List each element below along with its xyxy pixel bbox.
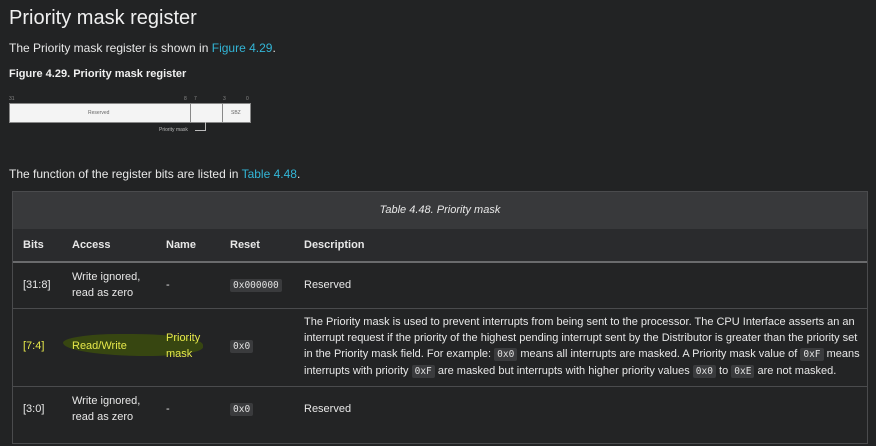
cell-description: Reserved — [304, 279, 352, 291]
cell-bits: [3:0] — [23, 403, 45, 415]
cell-bits: [31:8] — [23, 279, 51, 291]
table-header-row: Bits Access Name Reset Description — [13, 229, 867, 263]
page-title: Priority mask register — [9, 7, 197, 29]
code-0x0: 0x0 — [692, 365, 716, 378]
bit-3-label: 3 — [223, 96, 226, 102]
field-sbz: SBZ — [231, 110, 241, 116]
register-box: Reserved SBZ — [9, 103, 251, 123]
cell-reset: 0x000000 — [230, 279, 282, 292]
field-reserved: Reserved — [88, 110, 110, 116]
intro-paragraph: The Priority mask register is shown in F… — [9, 41, 276, 55]
header-description: Description — [304, 239, 365, 251]
cell-description: The Priority mask is used to prevent int… — [304, 316, 860, 378]
cell-description: Reserved — [304, 403, 352, 415]
cell-bits: [7:4] — [23, 340, 45, 352]
bits-table: Table 4.48. Priority mask Bits Access Na… — [12, 191, 868, 444]
cell-name: - — [166, 403, 170, 415]
code-0xF: 0xF — [411, 365, 435, 378]
bit-31-label: 31 — [9, 96, 15, 102]
table-link[interactable]: Table 4.48 — [242, 167, 297, 181]
cell-access: Read/Write — [72, 340, 127, 352]
intro-end: . — [272, 41, 276, 55]
bit-0-label: 0 — [246, 96, 249, 102]
header-access: Access — [72, 239, 111, 251]
outro-paragraph: The function of the register bits are li… — [9, 167, 300, 181]
figure-caption: Figure 4.29. Priority mask register — [9, 68, 187, 80]
code-0xE: 0xE — [731, 365, 755, 378]
code-0x0: 0x0 — [494, 348, 518, 361]
table-row: [31:8] Write ignored, read as zero - 0x0… — [13, 263, 867, 309]
header-name: Name — [166, 239, 196, 251]
code-0xF: 0xF — [800, 348, 824, 361]
cell-reset: 0x0 — [230, 340, 254, 353]
table-row: [3:0] Write ignored, read as zero - 0x0 … — [13, 387, 867, 432]
register-diagram: 31 8 7 3 0 Reserved SBZ Priority mask — [9, 96, 259, 136]
header-bits: Bits — [23, 239, 44, 251]
outro-end: . — [296, 167, 301, 181]
cell-reset: 0x0 — [230, 403, 254, 416]
outro-text: The function of the register bits are li… — [9, 167, 242, 181]
intro-text: The Priority mask register is shown in — [9, 41, 212, 55]
cell-name: - — [166, 279, 170, 291]
bit-7-label: 7 — [194, 96, 197, 102]
priority-mask-label: Priority mask — [159, 127, 188, 133]
cell-access: Write ignored, read as zero — [72, 395, 141, 423]
header-reset: Reset — [230, 239, 260, 251]
figure-link[interactable]: Figure 4.29 — [212, 41, 273, 55]
table-caption: Table 4.48. Priority mask — [13, 192, 867, 230]
bit-8-label: 8 — [184, 96, 187, 102]
cell-access: Write ignored, read as zero — [72, 271, 141, 299]
cell-name: Priority mask — [166, 332, 201, 360]
table-row: [7:4] Read/Write Priority mask 0x0 The P… — [13, 309, 867, 387]
